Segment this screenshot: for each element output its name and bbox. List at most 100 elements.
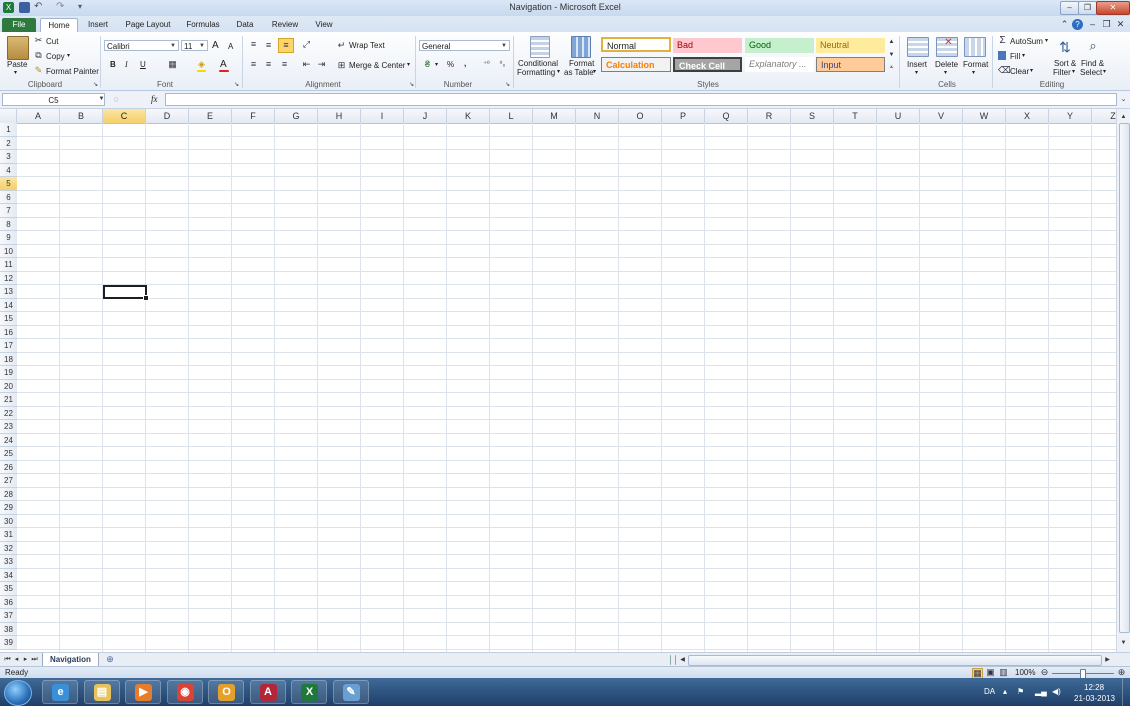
orientation-icon[interactable]: ⤢ <box>302 40 311 49</box>
clear-button[interactable]: Clear <box>1010 67 1029 76</box>
taskbar-file-explorer-button[interactable]: ▤ <box>83 680 120 704</box>
zoom-out-icon[interactable]: ⊖ <box>1040 668 1049 677</box>
column-header[interactable]: V <box>920 109 963 123</box>
style-explanatory[interactable]: Explanatory ... <box>745 57 814 72</box>
format-dropdown-icon[interactable]: ▾ <box>972 69 975 76</box>
paste-icon[interactable] <box>7 36 29 60</box>
tab-page-layout[interactable]: Page Layout <box>120 18 176 32</box>
next-sheet-icon[interactable]: ▸ <box>21 655 30 664</box>
column-header[interactable]: W <box>963 109 1006 123</box>
taskbar-media-player-button[interactable]: ▶ <box>125 680 161 704</box>
column-header[interactable]: F <box>232 109 275 123</box>
top-align-icon[interactable]: ≡ <box>249 40 258 49</box>
delete-dropdown-icon[interactable]: ▾ <box>944 69 947 76</box>
copy-icon[interactable]: ⧉ <box>34 51 43 60</box>
column-header[interactable]: E <box>189 109 232 123</box>
column-header[interactable]: D <box>146 109 189 123</box>
paste-dropdown-icon[interactable]: ▾ <box>14 69 17 76</box>
style-good[interactable]: Good <box>745 38 814 53</box>
format-painter-icon[interactable]: ✎ <box>34 66 43 75</box>
borders-icon[interactable]: ▦ <box>168 60 177 69</box>
row-header[interactable]: 37 <box>0 609 17 623</box>
find-select-dropdown-icon[interactable]: ▾ <box>1103 68 1106 75</box>
merge-dropdown-icon[interactable]: ▾ <box>407 61 410 68</box>
taskbar-excel-button[interactable]: X <box>291 680 327 704</box>
copy-dropdown-icon[interactable]: ▾ <box>67 52 70 59</box>
cut-icon[interactable]: ✂ <box>34 36 43 45</box>
row-header[interactable]: 11 <box>0 258 17 272</box>
decrease-indent-icon[interactable]: ⇤ <box>302 60 311 69</box>
sheet-tab-navigation[interactable]: Navigation <box>42 653 99 667</box>
formula-input[interactable] <box>165 93 1117 106</box>
sort-filter-label-1[interactable]: Sort & <box>1054 59 1076 68</box>
clear-dropdown-icon[interactable]: ▾ <box>1030 67 1033 74</box>
row-header[interactable]: 35 <box>0 582 17 596</box>
expand-formula-bar-icon[interactable]: ⌄ <box>1119 95 1128 104</box>
format-cells-button[interactable]: Format <box>963 60 988 69</box>
wrap-text-icon[interactable]: ↵ <box>337 41 346 50</box>
row-header[interactable]: 16 <box>0 325 17 339</box>
row-header[interactable]: 31 <box>0 528 17 542</box>
row-header[interactable]: 6 <box>0 190 17 204</box>
taskbar-chrome-button[interactable]: ◉ <box>166 680 203 704</box>
align-center-icon[interactable]: ≡ <box>264 60 273 69</box>
column-header[interactable]: X <box>1006 109 1049 123</box>
active-cell[interactable] <box>103 285 149 301</box>
currency-dropdown-icon[interactable]: ▾ <box>435 61 438 68</box>
style-input[interactable]: Input <box>816 57 885 72</box>
conditional-formatting-label-2[interactable]: Formatting <box>517 68 555 77</box>
column-header[interactable]: C <box>103 109 146 123</box>
volume-icon[interactable]: ◀) <box>1052 687 1061 696</box>
column-header[interactable]: O <box>619 109 662 123</box>
page-layout-view-icon[interactable]: ▣ <box>986 668 995 677</box>
column-header[interactable]: S <box>791 109 834 123</box>
format-cells-icon[interactable] <box>964 37 986 57</box>
fill-down-icon[interactable] <box>998 51 1006 60</box>
column-header[interactable]: I <box>361 109 404 123</box>
network-icon[interactable]: ▂▄ <box>1035 687 1047 696</box>
scroll-right-icon[interactable]: ▶ <box>1103 656 1112 665</box>
row-header[interactable]: 33 <box>0 555 17 569</box>
tab-home[interactable]: Home <box>40 18 78 33</box>
percent-button[interactable]: % <box>447 60 454 69</box>
middle-align-icon[interactable]: ≡ <box>264 41 273 50</box>
currency-icon[interactable]: ₴ <box>423 60 432 69</box>
autosum-dropdown-icon[interactable]: ▾ <box>1045 37 1048 44</box>
column-header[interactable]: Z <box>1092 109 1116 123</box>
row-header[interactable]: 39 <box>0 636 17 650</box>
tab-review[interactable]: Review <box>266 18 304 32</box>
align-left-icon[interactable]: ≡ <box>249 60 258 69</box>
row-header[interactable]: 3 <box>0 150 17 164</box>
tab-data[interactable]: Data <box>230 18 260 32</box>
grow-font-button[interactable]: A <box>212 40 219 51</box>
style-bad[interactable]: Bad <box>673 38 742 53</box>
row-header[interactable]: 13 <box>0 285 17 299</box>
row-header[interactable]: 23 <box>0 420 17 434</box>
style-calculation[interactable]: Calculation <box>601 57 671 72</box>
column-header[interactable]: U <box>877 109 920 123</box>
workbook-restore-icon[interactable]: ❐ <box>1102 20 1111 29</box>
format-as-table-label-1[interactable]: Format <box>569 59 594 68</box>
column-header[interactable]: N <box>576 109 619 123</box>
font-name-select[interactable]: Calibri ▼ <box>104 40 179 51</box>
help-icon[interactable]: ? <box>1072 19 1083 30</box>
eraser-icon[interactable]: ⌫ <box>998 66 1011 75</box>
vertical-scroll-thumb[interactable] <box>1119 123 1130 633</box>
bottom-align-icon[interactable]: ≡ <box>278 38 294 53</box>
row-header[interactable]: 2 <box>0 136 17 150</box>
row-header[interactable]: 30 <box>0 514 17 528</box>
fill-button[interactable]: Fill <box>1010 52 1020 61</box>
row-header[interactable]: 9 <box>0 231 17 245</box>
conditional-formatting-dropdown-icon[interactable]: ▾ <box>557 68 560 75</box>
styles-scroll-up-icon[interactable]: ▲ <box>887 38 896 47</box>
italic-button[interactable]: I <box>125 60 128 69</box>
conditional-formatting-label-1[interactable]: Conditional <box>518 59 558 68</box>
minimize-ribbon-icon[interactable]: ⌃ <box>1060 20 1069 29</box>
action-center-icon[interactable]: ⚑ <box>1017 687 1024 696</box>
row-header[interactable]: 38 <box>0 622 17 636</box>
sort-filter-icon[interactable]: ⇅ <box>1056 38 1074 56</box>
row-header[interactable]: 34 <box>0 568 17 582</box>
taskbar-access-button[interactable]: A <box>249 680 286 704</box>
row-header[interactable]: 25 <box>0 447 17 461</box>
bold-button[interactable]: B <box>110 60 116 69</box>
